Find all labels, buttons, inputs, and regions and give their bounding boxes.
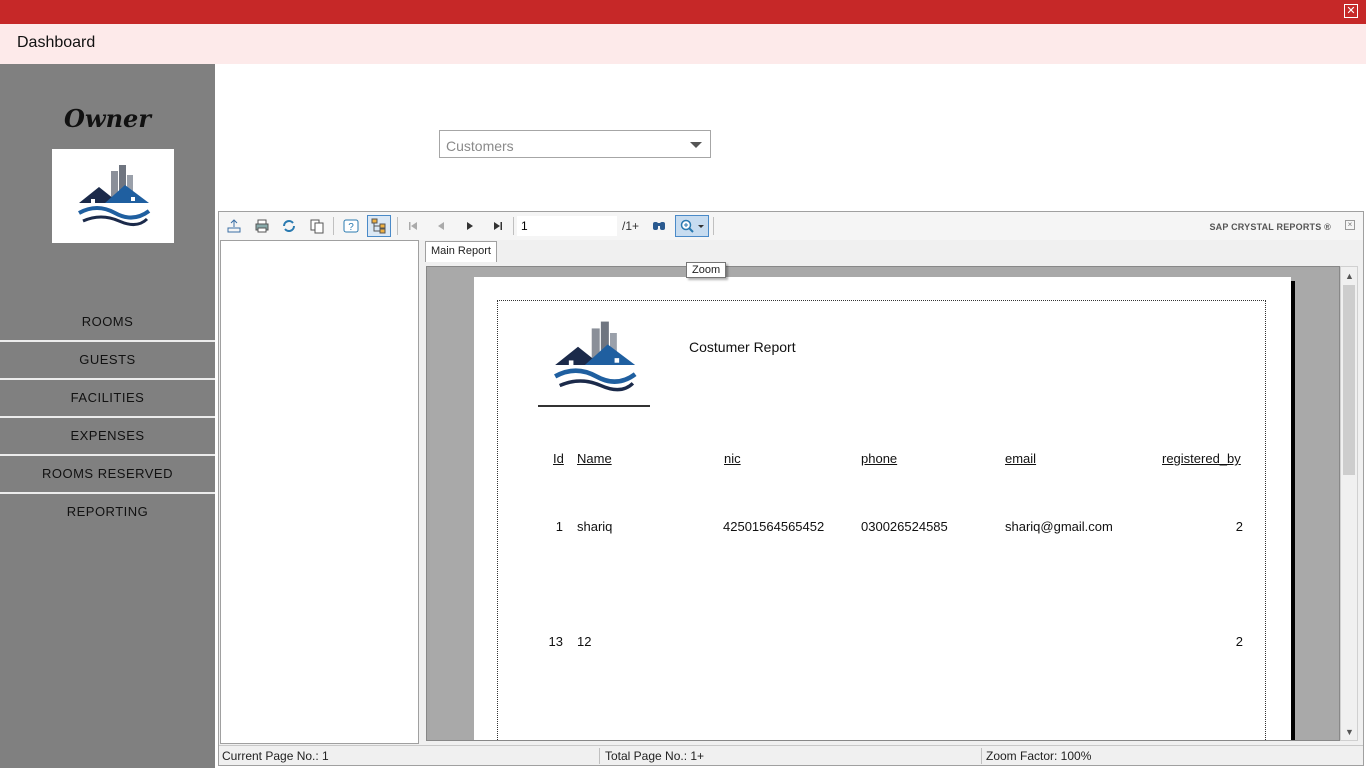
- page-title: Dashboard: [17, 34, 96, 51]
- column-header-email: email: [1005, 451, 1037, 466]
- column-header-id: Id: [553, 451, 564, 466]
- owner-label: Owner: [64, 104, 151, 133]
- brand-text: SAP CRYSTAL REPORTS: [1209, 222, 1322, 232]
- prev-page-icon[interactable]: [429, 215, 453, 237]
- group-tree-toggle-icon[interactable]: [367, 215, 391, 237]
- sidebar-item-expenses[interactable]: EXPENSES: [0, 418, 215, 456]
- scroll-down-icon[interactable]: ▼: [1345, 727, 1354, 737]
- tab-main-report[interactable]: Main Report: [425, 241, 497, 262]
- table-cell-email: shariq@gmail.com: [1005, 519, 1113, 534]
- status-total-page: Total Page No.: 1+: [605, 749, 705, 763]
- report-page: Costumer Report Id Name nic phone email …: [474, 277, 1291, 740]
- column-header-name: Name: [577, 451, 612, 466]
- sidebar-item-guests[interactable]: GUESTS: [0, 342, 215, 380]
- group-tree-panel: [220, 240, 419, 744]
- crystal-report-viewer: ? /1+ SAP CRYSTAL REPORTS ® × Main: [218, 211, 1364, 766]
- export-icon[interactable]: [222, 215, 246, 237]
- find-icon[interactable]: [647, 215, 671, 237]
- toolbar-separator: [333, 217, 334, 235]
- report-area: Costumer Report Id Name nic phone email …: [426, 266, 1340, 741]
- print-icon[interactable]: [250, 215, 274, 237]
- table-cell-nic: 42501564565452: [723, 519, 825, 534]
- report-type-select[interactable]: Customers: [439, 130, 711, 158]
- table-cell-registered-by: 2: [1235, 519, 1243, 534]
- status-separator: [981, 748, 982, 764]
- scroll-thumb[interactable]: [1343, 285, 1355, 475]
- scroll-up-icon[interactable]: ▲: [1345, 271, 1354, 281]
- close-icon[interactable]: ✕: [1344, 4, 1358, 18]
- first-page-icon[interactable]: [401, 215, 425, 237]
- viewer-toolbar: ? /1+ SAP CRYSTAL REPORTS ® ×: [219, 212, 1363, 240]
- column-header-nic: nic: [724, 451, 741, 466]
- status-zoom-factor: Zoom Factor: 100%: [986, 749, 1092, 763]
- svg-text:?: ?: [348, 222, 354, 233]
- table-cell-name: 12: [577, 634, 592, 649]
- toolbar-separator: [397, 217, 398, 235]
- table-cell-registered-by: 2: [1235, 634, 1243, 649]
- report-page-border: Costumer Report Id Name nic phone email …: [497, 300, 1266, 740]
- status-current-page: Current Page No.: 1: [222, 749, 329, 763]
- report-title: Costumer Report: [689, 339, 796, 355]
- status-bar: Current Page No.: 1 Total Page No.: 1+ Z…: [219, 745, 1363, 765]
- sidebar-item-rooms-reserved[interactable]: ROOMS RESERVED: [0, 456, 215, 494]
- table-cell-name: shariq: [577, 519, 613, 534]
- help-icon[interactable]: ?: [339, 215, 363, 237]
- last-page-icon[interactable]: [486, 215, 510, 237]
- sidebar: Owner ROOMS GUESTS FACILITIES EXPENSES R…: [0, 64, 215, 768]
- header: Dashboard: [0, 24, 1366, 64]
- house-logo-icon: [538, 309, 650, 407]
- sidebar-nav: ROOMS GUESTS FACILITIES EXPENSES ROOMS R…: [0, 304, 215, 532]
- status-separator: [599, 748, 600, 764]
- table-cell-id: 13: [548, 634, 563, 649]
- title-bar: ✕: [0, 0, 1366, 24]
- zoom-button[interactable]: [675, 215, 709, 237]
- copy-icon[interactable]: [305, 215, 329, 237]
- brand-label: SAP CRYSTAL REPORTS ®: [1209, 222, 1331, 232]
- refresh-icon[interactable]: [277, 215, 301, 237]
- column-header-phone: phone: [861, 451, 898, 466]
- close-viewer-icon[interactable]: ×: [1345, 220, 1355, 230]
- brand-registered-mark: ®: [1324, 222, 1331, 232]
- page-number-input[interactable]: [517, 216, 617, 236]
- page-total: /1+: [622, 219, 640, 233]
- toolbar-separator: [713, 217, 714, 235]
- toolbar-separator: [513, 217, 514, 235]
- house-logo-icon: [52, 149, 174, 243]
- vertical-scrollbar[interactable]: ▲ ▼: [1340, 266, 1358, 741]
- sidebar-item-rooms[interactable]: ROOMS: [0, 304, 215, 342]
- report-type-value: Customers: [446, 138, 514, 154]
- table-cell-id: 1: [555, 519, 563, 534]
- next-page-icon[interactable]: [458, 215, 482, 237]
- zoom-tooltip: Zoom: [686, 262, 727, 278]
- column-header-registered-by: registered_by: [1162, 451, 1241, 466]
- sidebar-item-facilities[interactable]: FACILITIES: [0, 380, 215, 418]
- chevron-down-icon[interactable]: [690, 142, 702, 148]
- sidebar-item-reporting[interactable]: REPORTING: [0, 494, 215, 532]
- table-cell-phone: 030026524585: [861, 519, 948, 534]
